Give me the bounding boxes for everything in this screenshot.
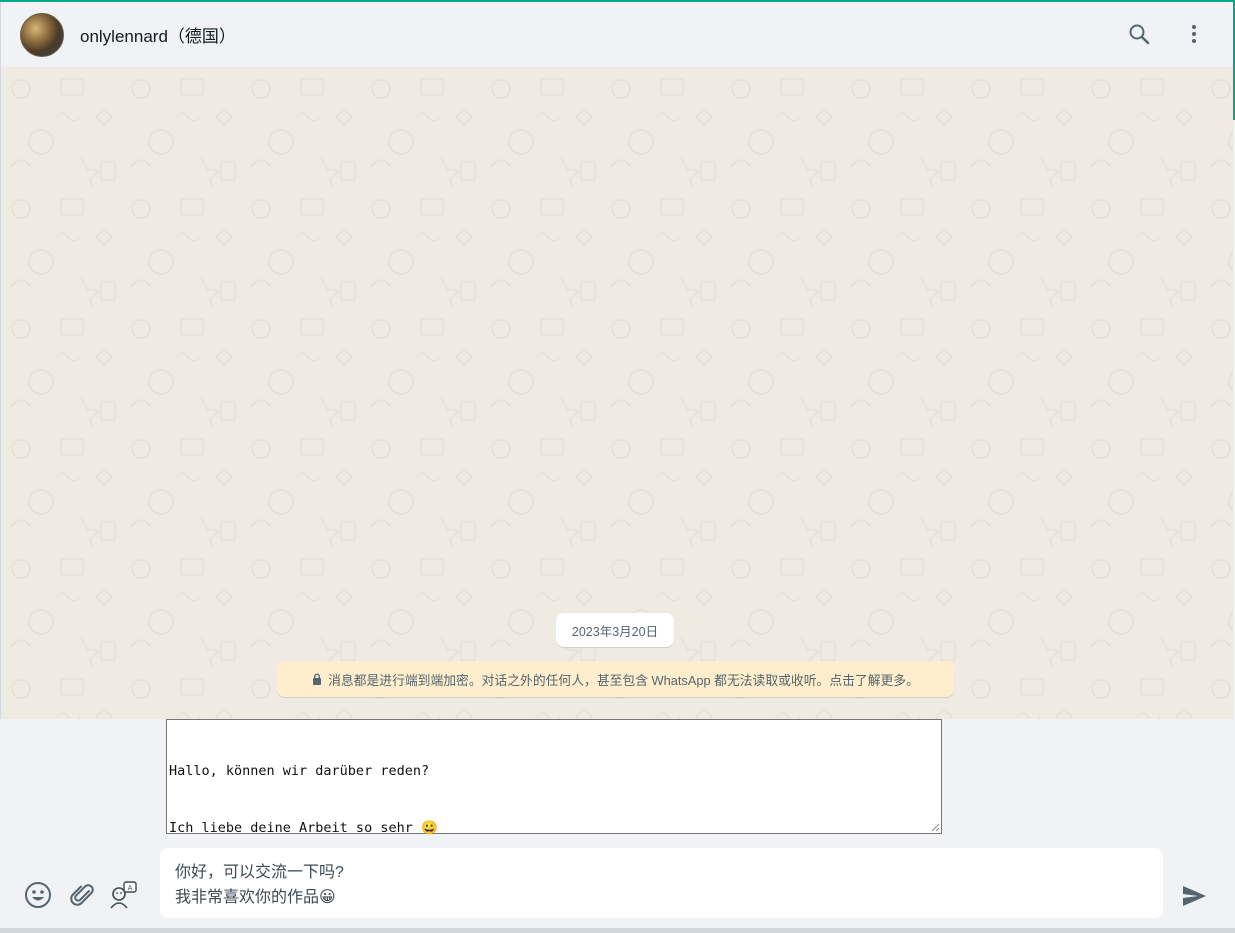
translation-line-2: Ich liebe deine Arbeit so sehr 😀 [169, 820, 438, 836]
message-input-line-1: 你好，可以交流一下吗? [175, 864, 344, 881]
emoji-icon[interactable] [24, 879, 52, 911]
contact-name[interactable]: onlylennard（德国） [80, 22, 236, 47]
kebab-menu-icon[interactable] [1180, 20, 1208, 48]
translate-icon[interactable]: A [108, 879, 138, 911]
search-icon[interactable] [1125, 20, 1153, 48]
paperclip-icon[interactable] [70, 879, 96, 911]
lock-icon [312, 673, 322, 685]
encryption-notice-text: 消息都是进行端到端加密。对话之外的任何人，甚至包含 WhatsApp 都无法读取… [328, 672, 919, 688]
send-icon[interactable] [1178, 880, 1210, 912]
contact-avatar[interactable] [20, 12, 64, 57]
svg-text:A: A [128, 884, 133, 892]
date-chip: 2023年3月20日 [556, 613, 674, 647]
bottom-border [0, 928, 1235, 933]
resize-handle-icon[interactable] [931, 823, 940, 832]
translation-line-1: Hallo, können wir darüber reden? [169, 763, 430, 779]
translation-textarea[interactable]: Hallo, können wir darüber reden? Ich lie… [166, 719, 942, 836]
message-input-line-2: 我非常喜欢你的作品😀 [175, 889, 336, 906]
message-input[interactable]: 你好，可以交流一下吗? 我非常喜欢你的作品😀 [160, 848, 1163, 918]
chat-area[interactable]: 2023年3月20日 消息都是进行端到端加密。对话之外的任何人，甚至包含 Wha… [0, 67, 1233, 719]
encryption-notice[interactable]: 消息都是进行端到端加密。对话之外的任何人，甚至包含 WhatsApp 都无法读取… [277, 661, 954, 697]
chat-header[interactable]: onlylennard（德国） [0, 2, 1233, 67]
